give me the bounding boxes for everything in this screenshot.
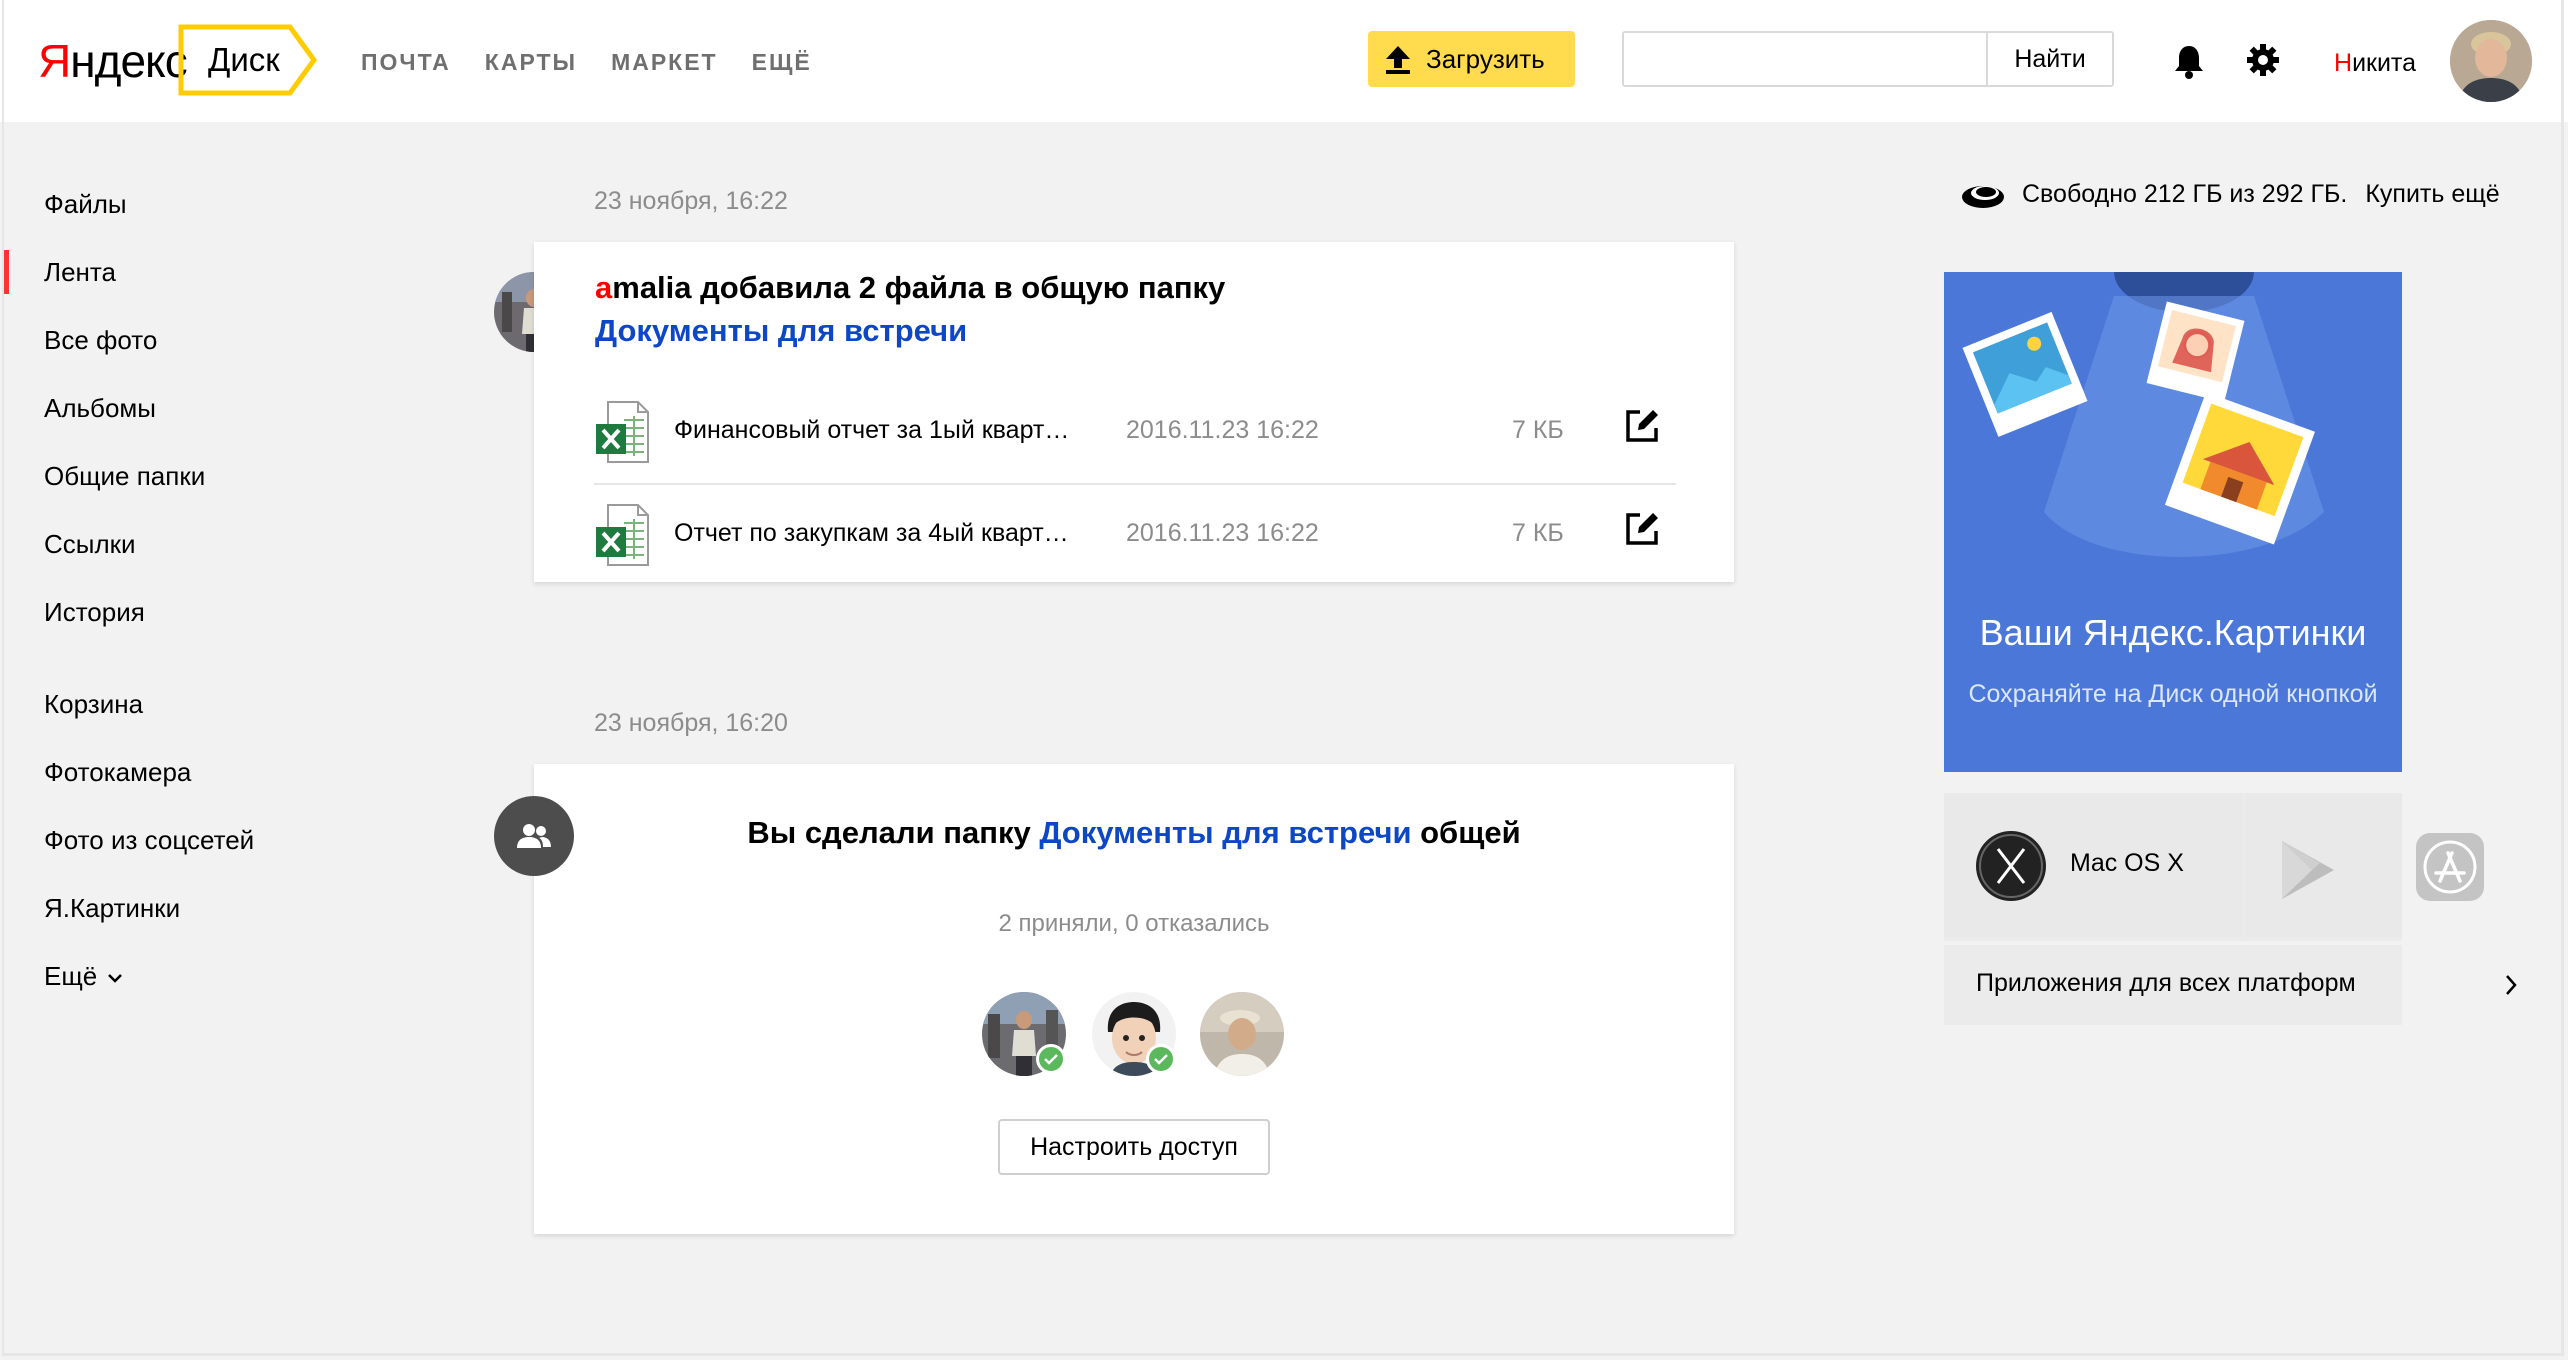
nav-more[interactable]: ЕЩЁ <box>752 48 812 76</box>
promo-illustration <box>1962 272 2324 557</box>
search-box: Найти <box>1622 31 2114 87</box>
chevron-right-icon <box>2506 975 2517 995</box>
app-store-icon[interactable] <box>2414 831 2486 903</box>
bell-icon <box>2175 46 2203 79</box>
user-name[interactable]: Никита <box>2334 49 2416 78</box>
nav-market[interactable]: МАРКЕТ <box>611 48 718 76</box>
disk-service-badge[interactable]: Диск <box>178 24 318 96</box>
shared-folder-link[interactable]: Документы для встречи <box>1039 815 1411 850</box>
gear-icon <box>2247 44 2279 76</box>
apps-panel: Mac OS X Приложения для всех платформ <box>1944 793 2517 1025</box>
sidebar-item-feed[interactable]: Лента <box>0 238 420 306</box>
yandex-images-promo[interactable]: Ваши Яндекс.Картинки Сохраняйте на Диск … <box>1944 272 2402 772</box>
user-photo <box>2450 20 2532 102</box>
configure-access-button[interactable]: Настроить доступ <box>998 1119 1270 1175</box>
storage-info: Свободно 212 ГБ из 292 ГБ. Купить ещё <box>1960 180 2500 210</box>
folder-link[interactable]: Документы для встречи <box>595 313 967 349</box>
upload-button[interactable]: Загрузить <box>1368 31 1575 87</box>
share-status: 2 приняли, 0 отказались <box>998 910 1270 937</box>
notifications-button[interactable] <box>2172 44 2206 85</box>
share-event-title: Вы сделали папку Документы для встречи о… <box>747 815 1521 850</box>
sidebar-more-label: Ещё <box>44 961 98 991</box>
service-name: Диск <box>208 41 280 78</box>
yandex-disk-window: Яндекс Диск ПОЧТА КАРТЫ МАРКЕТ ЕЩЁ Загру… <box>0 0 2568 1360</box>
edit-icon[interactable] <box>1624 408 1660 444</box>
member-avatar[interactable] <box>1200 992 1284 1076</box>
file-row[interactable]: Отчет по закупкам за 4ый кварт… 2016.11.… <box>594 485 1676 585</box>
disk-storage-icon <box>1962 186 2004 209</box>
excel-file-icon <box>596 504 649 566</box>
sidebar-item-all-photos[interactable]: Все фото <box>0 306 420 374</box>
header: Яндекс Диск ПОЧТА КАРТЫ МАРКЕТ ЕЩЁ Загру… <box>0 0 2568 124</box>
all-platforms-apps-link[interactable]: Приложения для всех платформ <box>1944 941 2517 1025</box>
file-date: 2016.11.23 16:22 <box>1126 519 1319 547</box>
file-date: 2016.11.23 16:22 <box>1126 416 1319 444</box>
sidebar-item-links[interactable]: Ссылки <box>0 510 420 578</box>
sidebar-item-albums[interactable]: Альбомы <box>0 374 420 442</box>
event-title: amalia добавила 2 файла в общую папку <box>595 270 1226 305</box>
sidebar-item-more[interactable]: Ещё <box>0 942 420 1010</box>
user-avatar[interactable] <box>2450 20 2532 102</box>
sidebar-item-history[interactable]: История <box>0 578 420 646</box>
sidebar-separator <box>0 646 420 670</box>
macos-icon <box>1976 831 2046 901</box>
chevron-down-icon <box>108 974 123 983</box>
event-date: 23 ноября, 16:22 <box>594 187 788 215</box>
promo-title: Ваши Яндекс.Картинки <box>1979 612 2367 653</box>
sidebar-item-files[interactable]: Файлы <box>0 170 420 238</box>
app-macos-label: Mac OS X <box>2070 849 2184 877</box>
sidebar-item-social-photos[interactable]: Фото из соцсетей <box>0 806 420 874</box>
upload-label: Загрузить <box>1426 43 1545 74</box>
promo-subtitle: Сохраняйте на Диск одной кнопкой <box>1968 680 2378 708</box>
yandex-logo[interactable]: Яндекс <box>38 36 188 86</box>
sidebar-item-camera[interactable]: Фотокамера <box>0 738 420 806</box>
member-photo <box>1200 992 1284 1076</box>
accepted-check-icon <box>1036 1044 1066 1074</box>
file-size: 7 КБ <box>1512 416 1564 444</box>
all-platforms-label: Приложения для всех платформ <box>1976 969 2356 997</box>
file-name: Финансовый отчет за 1ый кварт… <box>674 416 1070 444</box>
nav-mail[interactable]: ПОЧТА <box>361 48 451 76</box>
sidebar-item-yandex-images[interactable]: Я.Картинки <box>0 874 420 942</box>
top-nav: ПОЧТА КАРТЫ МАРКЕТ ЕЩЁ <box>361 48 846 76</box>
file-row[interactable]: Финансовый отчет за 1ый кварт… 2016.11.2… <box>594 382 1676 482</box>
search-input[interactable] <box>1624 33 1986 85</box>
upload-icon <box>1386 46 1410 74</box>
edit-icon[interactable] <box>1624 511 1660 547</box>
event-date: 23 ноября, 16:20 <box>594 709 788 737</box>
accepted-check-icon <box>1146 1044 1176 1074</box>
excel-file-icon <box>596 401 649 463</box>
file-name: Отчет по закупкам за 4ый кварт… <box>674 519 1069 547</box>
file-size: 7 КБ <box>1512 519 1564 547</box>
sidebar: Файлы Лента Все фото Альбомы Общие папки… <box>0 170 420 1010</box>
search-button[interactable]: Найти <box>1986 31 2114 87</box>
storage-text: Свободно 212 ГБ из 292 ГБ. <box>2022 180 2348 208</box>
nav-maps[interactable]: КАРТЫ <box>485 48 577 76</box>
sidebar-item-shared-folders[interactable]: Общие папки <box>0 442 420 510</box>
sidebar-item-trash[interactable]: Корзина <box>0 670 420 738</box>
app-macos-button[interactable]: Mac OS X <box>1944 793 2242 937</box>
buy-more-link[interactable]: Купить ещё <box>2365 180 2499 208</box>
google-play-icon[interactable] <box>2272 835 2342 905</box>
settings-button[interactable] <box>2245 42 2281 83</box>
